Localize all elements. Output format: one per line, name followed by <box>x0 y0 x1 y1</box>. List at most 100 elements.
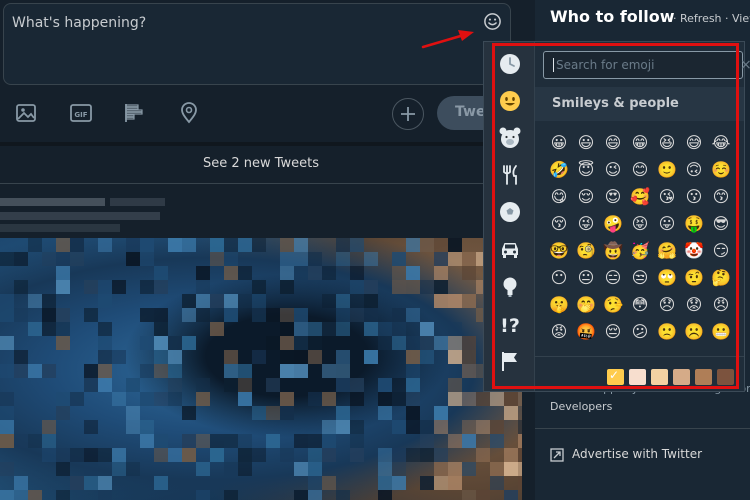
pixel-block <box>406 280 420 294</box>
emoji-item[interactable]: 😋 <box>549 187 569 207</box>
emoji-item[interactable]: 🙃 <box>684 160 704 180</box>
emoji-item[interactable]: 😝 <box>630 214 650 234</box>
advertise-label: Advertise with Twitter <box>572 447 703 461</box>
gif-icon[interactable]: GIF <box>68 100 94 126</box>
smiley-icon[interactable] <box>498 89 522 113</box>
emoji-item[interactable]: 😂 <box>711 133 731 153</box>
emoji-item[interactable]: 🤬 <box>576 322 596 342</box>
skin-tone-default[interactable]: ✓ <box>607 368 624 385</box>
emoji-item[interactable]: 🤪 <box>603 214 623 234</box>
tweet-media-image[interactable] <box>0 238 522 500</box>
fork-knife-icon[interactable] <box>498 163 522 187</box>
emoji-item[interactable]: 🧐 <box>576 241 596 261</box>
emoji-item[interactable]: 😚 <box>549 214 569 234</box>
emoji-item[interactable]: 😃 <box>576 133 596 153</box>
pixel-block <box>378 490 392 500</box>
pixel-block <box>518 476 522 490</box>
emoji-item[interactable]: 😇 <box>576 160 596 180</box>
emoji-item[interactable]: 😀 <box>549 133 569 153</box>
emoji-item[interactable]: 😉 <box>603 160 623 180</box>
pixel-block <box>140 308 154 322</box>
emoji-item[interactable]: 😗 <box>684 187 704 207</box>
bulb-icon[interactable] <box>498 275 522 299</box>
emoji-item[interactable]: 😜 <box>576 214 596 234</box>
emoji-item[interactable]: 😠 <box>711 295 731 315</box>
emoji-item[interactable]: 😡 <box>549 322 569 342</box>
emoji-item[interactable]: 🤭 <box>576 295 596 315</box>
emoji-item[interactable]: ☹️ <box>684 322 704 342</box>
pixel-block <box>182 434 196 448</box>
skin-tone-swatch[interactable] <box>629 369 646 385</box>
emoji-item[interactable]: 🤑 <box>684 214 704 234</box>
emoji-item[interactable]: 🙁 <box>657 322 677 342</box>
car-icon[interactable] <box>498 237 522 261</box>
emoji-item[interactable]: 😐 <box>576 268 596 288</box>
pixel-block <box>98 294 112 308</box>
emoji-item[interactable]: 🥰 <box>630 187 650 207</box>
pixel-block <box>252 238 266 252</box>
skin-tone-swatch[interactable] <box>717 369 734 385</box>
emoji-item[interactable]: 😞 <box>657 295 677 315</box>
clock-icon[interactable] <box>498 52 522 76</box>
emoji-item[interactable]: 😁 <box>630 133 650 153</box>
pixel-block <box>196 378 210 392</box>
location-pin-icon[interactable] <box>176 100 202 126</box>
interrobang-icon[interactable]: !? <box>498 312 522 336</box>
image-icon[interactable] <box>13 100 39 126</box>
emoji-search-input[interactable]: Search for emoji × <box>543 51 750 79</box>
bear-icon[interactable] <box>498 126 522 150</box>
emoji-item[interactable]: 🤔 <box>711 268 731 288</box>
pixel-block <box>448 336 462 350</box>
skin-tone-swatch[interactable] <box>651 369 668 385</box>
flag-icon[interactable] <box>498 349 522 373</box>
emoji-item[interactable]: ☺️ <box>711 160 731 180</box>
emoji-item[interactable]: 😙 <box>711 187 731 207</box>
developers-link[interactable]: Developers <box>550 400 612 413</box>
emoji-item[interactable]: 😎 <box>711 214 731 234</box>
emoji-item[interactable]: 🤣 <box>549 160 569 180</box>
emoji-item[interactable]: 🥳 <box>630 241 650 261</box>
emoji-item[interactable]: 😛 <box>657 214 677 234</box>
emoji-item[interactable]: 🤠 <box>603 241 623 261</box>
emoji-item[interactable]: 😔 <box>603 322 623 342</box>
skin-tone-swatch[interactable] <box>695 369 712 385</box>
emoji-item[interactable]: 😕 <box>630 322 650 342</box>
emoji-item[interactable]: 🤥 <box>603 295 623 315</box>
pixel-block <box>56 462 70 476</box>
emoji-item[interactable]: 😬 <box>711 322 731 342</box>
ball-icon[interactable] <box>498 200 522 224</box>
emoji-item[interactable]: 🤓 <box>549 241 569 261</box>
emoji-item[interactable]: 🤫 <box>549 295 569 315</box>
emoji-item[interactable]: 😊 <box>630 160 650 180</box>
pixel-block <box>238 378 252 392</box>
emoji-item[interactable]: 😟 <box>684 295 704 315</box>
emoji-item[interactable]: 🙂 <box>657 160 677 180</box>
emoji-item[interactable]: 😑 <box>603 268 623 288</box>
skin-tone-swatch[interactable] <box>673 369 690 385</box>
poll-icon[interactable] <box>122 100 148 126</box>
clear-search-icon[interactable]: × <box>740 57 750 73</box>
emoji-item[interactable]: 😅 <box>684 133 704 153</box>
emoji-item[interactable]: 😌 <box>576 187 596 207</box>
emoji-item[interactable]: 😘 <box>657 187 677 207</box>
emoji-item[interactable]: 😶 <box>549 268 569 288</box>
emoji-item[interactable]: 🤗 <box>657 241 677 261</box>
emoji-smile-icon[interactable] <box>483 12 502 31</box>
emoji-item[interactable]: 🤡 <box>684 241 704 261</box>
emoji-item[interactable]: 🙄 <box>657 268 677 288</box>
emoji-item[interactable]: 😏 <box>711 241 731 261</box>
pixel-block <box>504 406 518 420</box>
emoji-item[interactable]: 😒 <box>630 268 650 288</box>
pixel-block <box>28 322 42 336</box>
see-new-tweets-link[interactable]: See 2 new Tweets <box>0 146 522 184</box>
emoji-item[interactable]: 😆 <box>657 133 677 153</box>
emoji-item[interactable]: 🤨 <box>684 268 704 288</box>
compose-placeholder[interactable]: What's happening? <box>12 15 146 31</box>
emoji-item[interactable]: 😳 <box>630 295 650 315</box>
emoji-item[interactable]: 😍 <box>603 187 623 207</box>
refresh-view-links[interactable]: · Refresh · View <box>673 12 750 25</box>
pixel-block <box>490 476 504 490</box>
emoji-item[interactable]: 😄 <box>603 133 623 153</box>
pixel-block <box>504 392 518 406</box>
add-thread-button[interactable] <box>392 98 424 130</box>
